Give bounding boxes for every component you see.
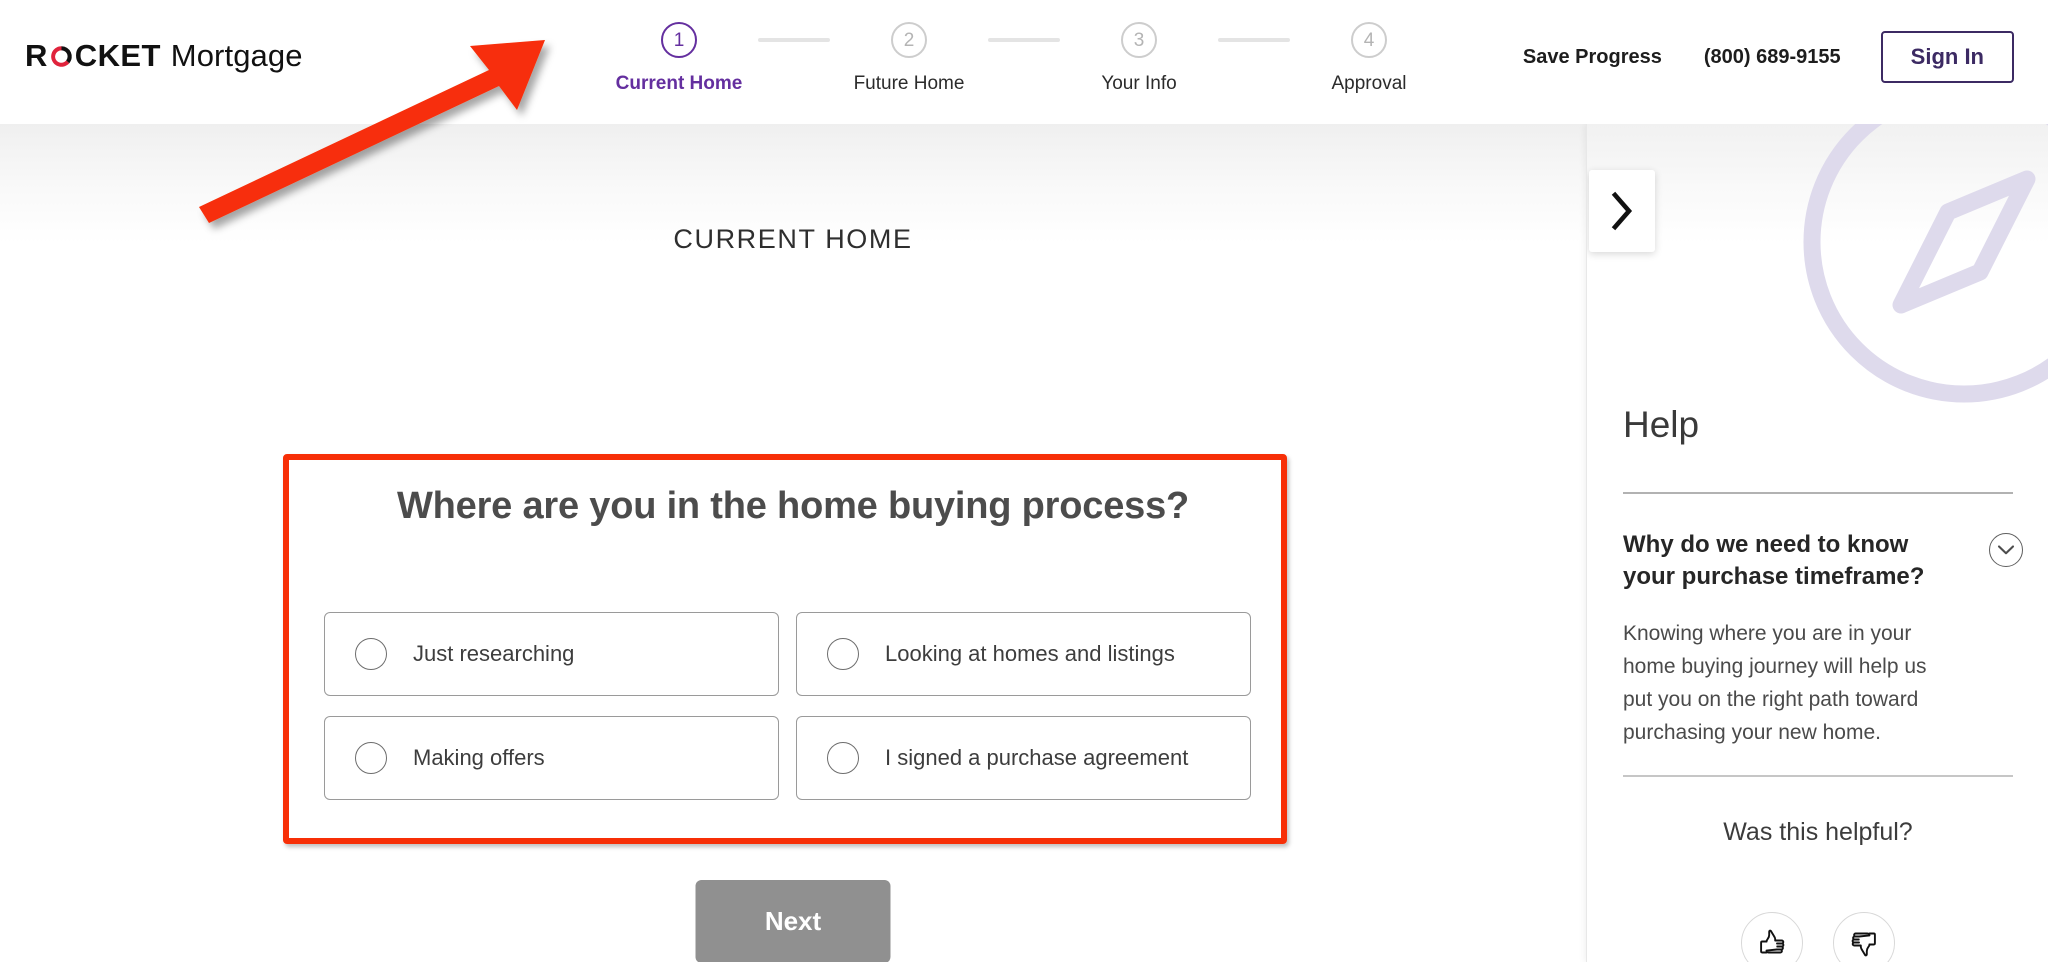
help-panel-title: Help [1623,404,1700,445]
header-actions: Save Progress (800) 689-9155 Sign In [1523,31,2014,84]
faq-answer: Knowing where you are in your home buyin… [1623,622,1927,745]
help-divider-top [1623,492,2013,494]
stepper-step-approval[interactable]: 4 Approval [1290,22,1448,95]
chevron-down-glyph [1997,545,2015,555]
option-label: Making offers [413,745,545,770]
step-number-3: 3 [1121,22,1157,58]
step-label-3: Your Info [1101,73,1177,94]
page-title: CURRENT HOME [673,224,913,254]
option-label: Looking at homes and listings [885,641,1175,666]
thumbs-up-icon [1760,929,1785,954]
option-just-researching[interactable]: Just researching [324,612,779,696]
thumbs-up-button[interactable] [1741,912,1803,962]
step-label-4: Approval [1331,73,1407,94]
logo-mortgage-text: Mortgage [170,38,303,73]
help-panel-gradient [1587,124,2048,244]
faq-question: Why do we need to know your purchase tim… [1623,531,1925,590]
stepper-connector-2 [988,38,1060,42]
option-i-signed-a-purchase-agreement[interactable]: I signed a purchase agreement [796,716,1251,800]
stepper-step-your-info[interactable]: 3 Your Info [1060,22,1218,95]
chevron-right-icon [1611,191,1633,231]
helpful-prompt: Was this helpful? [1723,818,1913,846]
radio-option-group: Just researching Looking at homes and li… [324,612,1254,800]
compass-icon [1803,124,2048,403]
rocket-mortgage-logo[interactable]: R CKET Mortgage [25,38,303,74]
question-heading: Where are you in the home buying process… [396,485,1190,527]
stepper-connector-3 [1218,38,1290,42]
thumbs-down-button[interactable] [1833,912,1895,962]
option-label: I signed a purchase agreement [885,745,1189,770]
step-label-1: Current Home [615,73,743,94]
thumbs-down-icon [1851,932,1876,957]
feedback-buttons [1587,912,2048,962]
option-making-offers[interactable]: Making offers [324,716,779,800]
option-looking-at-homes-and-listings[interactable]: Looking at homes and listings [796,612,1251,696]
logo-letter-r: R [25,38,48,73]
header-save-progress-link[interactable]: Save Progress [1523,46,1662,69]
radio-icon[interactable] [355,638,387,670]
site-header: R CKET Mortgage 1 Current Home 2 Future … [0,0,2048,124]
logo-letters-cket: CKET [74,38,161,73]
progress-stepper: 1 Current Home 2 Future Home 3 Your Info… [600,22,1448,95]
step-number-2: 2 [891,22,927,58]
next-button[interactable]: Next [695,880,891,962]
faq-header[interactable]: Why do we need to know your purchase tim… [1623,529,2023,592]
radio-icon[interactable] [827,638,859,670]
radio-icon[interactable] [355,742,387,774]
step-number-1: 1 [661,22,697,58]
logo-rocket-text: R CKET [25,38,161,74]
stepper-step-future-home[interactable]: 2 Future Home [830,22,988,95]
help-panel: Help Why do we need to know your purchas… [1586,124,2048,962]
radio-icon[interactable] [827,742,859,774]
stepper-connector-1 [758,38,830,42]
sign-in-button[interactable]: Sign In [1880,31,2014,84]
stepper-step-current-home[interactable]: 1 Current Home [600,22,758,95]
header-phone-number[interactable]: (800) 689-9155 [1704,46,1841,69]
step-label-2: Future Home [853,73,965,94]
step-number-4: 4 [1351,22,1387,58]
chevron-down-circle-icon[interactable] [1989,533,2023,567]
faq-item: Why do we need to know your purchase tim… [1623,529,2023,750]
rocket-o-arc-icon [49,44,74,69]
main-content-column: CURRENT HOME Where are you in the home b… [0,124,1586,962]
page-root: R CKET Mortgage 1 Current Home 2 Future … [0,0,2048,962]
option-label: Just researching [413,641,575,666]
help-divider-bottom [1623,775,2013,777]
collapse-help-panel-button[interactable] [1589,170,1655,252]
